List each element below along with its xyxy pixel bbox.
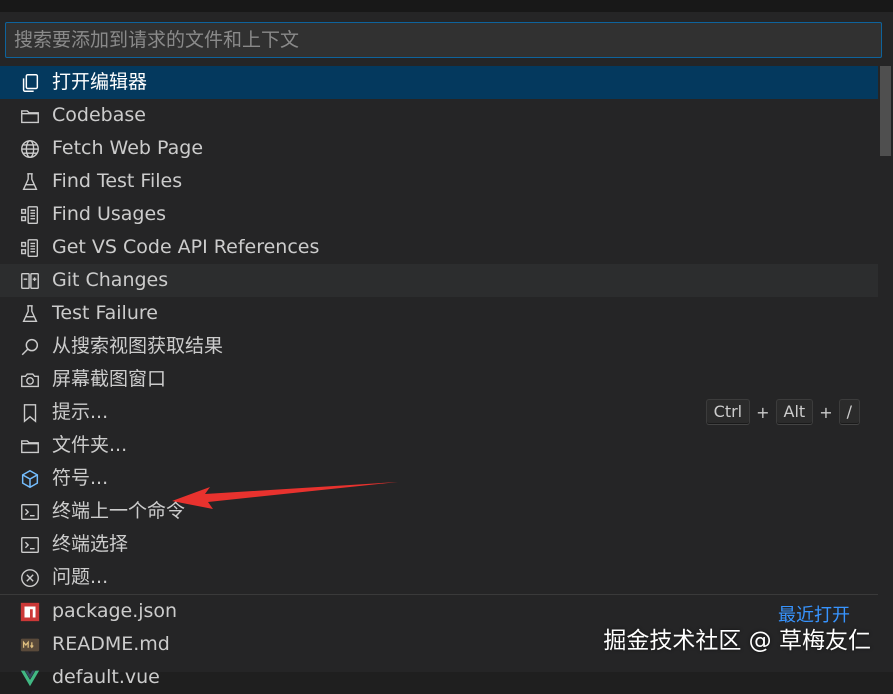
folder-icon — [18, 104, 42, 128]
key-alt: Alt — [775, 399, 814, 425]
item-label: Find Usages — [52, 203, 167, 225]
item-label: package.json — [52, 600, 178, 622]
scroll-thumb[interactable] — [880, 66, 891, 156]
vue-icon — [18, 666, 42, 690]
key-plus: + — [819, 402, 833, 422]
error-circle-icon — [18, 566, 42, 590]
recent-file-default-vue[interactable]: default.vue — [0, 661, 878, 694]
item-git-changes[interactable]: Git Changes — [0, 264, 878, 297]
keyboard-shortcut: Ctrl + Alt + / — [705, 399, 860, 425]
item-label: 终端上一个命令 — [52, 500, 186, 522]
item-terminal-last-command[interactable]: 终端上一个命令 — [0, 495, 878, 528]
item-folder[interactable]: 文件夹... — [0, 429, 878, 462]
search-box[interactable] — [5, 22, 882, 58]
diff-icon — [18, 269, 42, 293]
item-label: 问题... — [52, 566, 109, 588]
item-label: 从搜索视图获取结果 — [52, 335, 224, 357]
search-input[interactable] — [6, 23, 881, 57]
item-codebase[interactable]: Codebase — [0, 99, 878, 132]
item-screenshot-window[interactable]: 屏幕截图窗口 — [0, 363, 878, 396]
item-prompts[interactable]: 提示... Ctrl + Alt + / — [0, 396, 878, 429]
key-slash: / — [838, 399, 860, 425]
npm-icon — [18, 600, 42, 624]
item-problems[interactable]: 问题... — [0, 561, 878, 594]
context-picker-panel: 打开编辑器 Codebase Fetch Web Page Find Test … — [0, 12, 893, 688]
item-find-usages[interactable]: Find Usages — [0, 198, 878, 231]
scrollbar[interactable] — [878, 66, 893, 672]
references-icon — [18, 203, 42, 227]
context-list: 打开编辑器 Codebase Fetch Web Page Find Test … — [0, 66, 878, 694]
terminal-icon — [18, 533, 42, 557]
globe-icon — [18, 137, 42, 161]
item-label: README.md — [52, 633, 170, 655]
item-label: 文件夹... — [52, 434, 128, 456]
terminal-icon — [18, 500, 42, 524]
key-plus: + — [756, 402, 770, 422]
folder-icon — [18, 434, 42, 458]
references-icon — [18, 236, 42, 260]
symbol-icon — [18, 467, 42, 491]
item-label: Find Test Files — [52, 170, 183, 192]
item-find-test-files[interactable]: Find Test Files — [0, 165, 878, 198]
item-label: Git Changes — [52, 269, 169, 291]
item-label: 终端选择 — [52, 533, 129, 555]
item-open-editors[interactable]: 打开编辑器 — [0, 66, 878, 99]
item-fetch-web-page[interactable]: Fetch Web Page — [0, 132, 878, 165]
item-label: 屏幕截图窗口 — [52, 368, 167, 390]
item-label: Get VS Code API References — [52, 236, 320, 258]
search-icon — [18, 335, 42, 359]
watermark: 掘金技术社区 @ 草梅友仁 — [603, 628, 871, 654]
bookmark-icon — [18, 401, 42, 425]
item-vscode-api-references[interactable]: Get VS Code API References — [0, 231, 878, 264]
camera-icon — [18, 368, 42, 392]
item-symbols[interactable]: 符号... — [0, 462, 878, 495]
item-label: 打开编辑器 — [52, 71, 148, 93]
item-label: Fetch Web Page — [52, 137, 204, 159]
title-strip — [0, 0, 893, 12]
copy-files-icon — [18, 71, 42, 95]
markdown-icon — [18, 633, 42, 657]
item-label: default.vue — [52, 666, 160, 688]
item-search-view-results[interactable]: 从搜索视图获取结果 — [0, 330, 878, 363]
beaker-icon — [18, 302, 42, 326]
item-label: Codebase — [52, 104, 146, 126]
item-terminal-selection[interactable]: 终端选择 — [0, 528, 878, 561]
item-label: 符号... — [52, 467, 109, 489]
beaker-icon — [18, 170, 42, 194]
key-ctrl: Ctrl — [705, 399, 751, 425]
item-label: Test Failure — [52, 302, 158, 324]
item-label: 提示... — [52, 401, 109, 423]
item-test-failure[interactable]: Test Failure — [0, 297, 878, 330]
